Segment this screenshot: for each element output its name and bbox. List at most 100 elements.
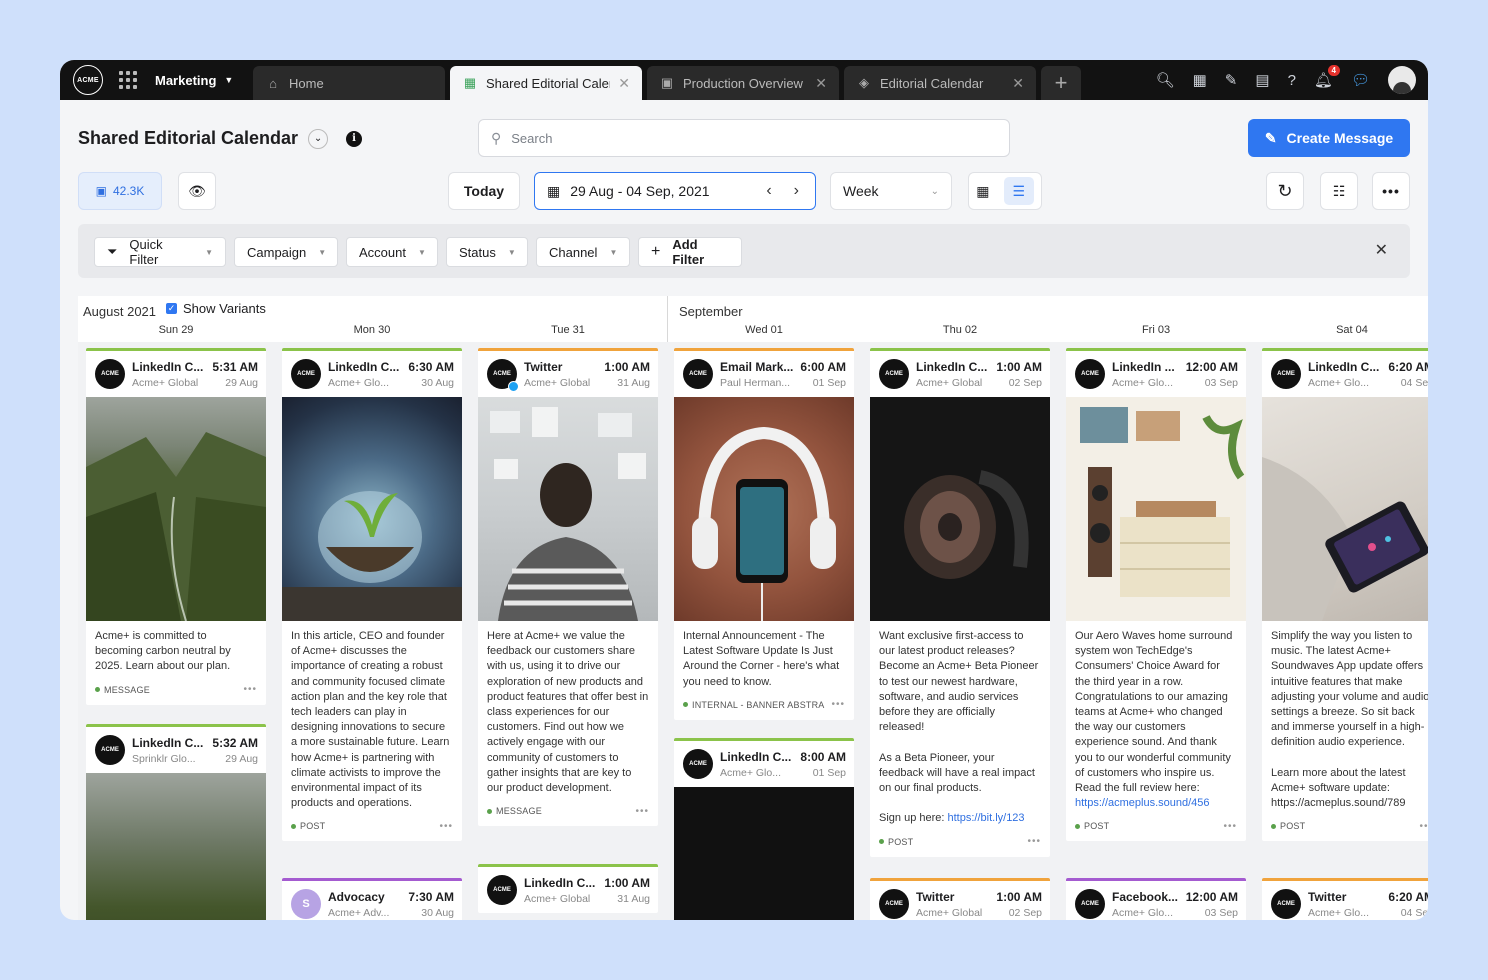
calendar-view-icon[interactable]: ▦ [976, 183, 989, 200]
tab-shared-editorial-calendar[interactable]: ▦ Shared Editorial Calendar ✕ [450, 66, 642, 100]
post-card[interactable]: ACME LinkedIn ... 12:00 AM Acme+ Glo... 03 S… [1066, 348, 1246, 842]
help-icon[interactable]: ? [1288, 72, 1296, 89]
chevron-down-icon[interactable]: ⌄ [308, 128, 329, 149]
account-filter-dropdown[interactable]: Account ▼ [346, 237, 438, 267]
post-date: 04 Sep [1400, 907, 1428, 919]
view-mode-value: Week [843, 183, 879, 199]
avatar[interactable] [1388, 66, 1416, 94]
tab-home[interactable]: ⌂ Home [253, 66, 445, 100]
view-mode-select[interactable]: Week ⌄ [830, 172, 952, 210]
post-card[interactable]: S Advocacy 7:30 AM Acme+ Adv... 30 Aug [282, 878, 462, 920]
post-card[interactable]: ACME Twitter 6:20 AM Acme+ Glo... 04 Sep [1262, 878, 1428, 920]
calendar-icon[interactable]: ▦ [1193, 71, 1207, 89]
app-launcher-icon[interactable] [119, 71, 137, 89]
post-card[interactable]: ACME Twitter 1:00 AM Acme+ Global 02 Sep [870, 878, 1050, 920]
channel-name: LinkedIn C... [524, 876, 596, 890]
page-title: Shared Editorial Calendar ⌄ i [78, 128, 363, 149]
post-card[interactable]: ACME LinkedIn C... 8:00 AM Acme+ Glo... 01 S… [674, 738, 854, 920]
post-type: INTERNAL - BANNER ABSTRA [692, 699, 825, 710]
post-card[interactable]: ACME Facebook... 12:00 AM Acme+ Glo... 03 Se… [1066, 878, 1246, 920]
channel-name: Facebook... [1112, 890, 1179, 904]
day-column: ACME LinkedIn C... 5:31 AM Acme+ Global 29 A… [78, 342, 274, 920]
date-range-picker[interactable]: ▦ 29 Aug - 04 Sep, 2021 ‹ › [534, 172, 816, 210]
workspace-switcher[interactable]: Marketing ▼ [155, 73, 253, 88]
more-icon: ••• [1382, 183, 1400, 199]
chat-icon[interactable]: 💬︎ [1351, 71, 1370, 89]
post-time: 5:31 AM [212, 360, 258, 374]
more-icon[interactable]: ••• [1027, 836, 1041, 847]
post-card[interactable]: ACME Email Mark... 6:00 AM Paul Herman... 01… [674, 348, 854, 720]
channel-name: Twitter [916, 890, 955, 904]
tab-label: Production Overview [683, 75, 803, 91]
sliders-icon[interactable]: ☰ [1003, 177, 1034, 205]
add-filter-button[interactable]: + Add Filter [638, 237, 742, 267]
post-time: 1:00 AM [604, 876, 650, 890]
create-message-button[interactable]: ✎ Create Message [1248, 119, 1410, 157]
day-column: ACME LinkedIn C... 6:20 AM Acme+ Glo... 04 S… [1254, 342, 1428, 920]
post-card[interactable]: ACME LinkedIn C... 6:20 AM Acme+ Glo... 04 S… [1262, 348, 1428, 842]
more-icon[interactable]: ••• [635, 806, 649, 817]
more-icon[interactable]: ••• [1223, 821, 1237, 832]
post-image-living-room [1066, 397, 1246, 621]
today-button[interactable]: Today [448, 172, 520, 210]
post-link[interactable]: https://bit.ly/123 [948, 812, 1025, 824]
preview-toggle-button[interactable]: 👁︎ [178, 172, 216, 210]
campaign-filter-dropdown[interactable]: Campaign ▼ [234, 237, 338, 267]
post-date: 02 Sep [1008, 377, 1042, 389]
tab-editorial-calendar[interactable]: ◈ Editorial Calendar ✕ [844, 66, 1036, 100]
post-card[interactable]: ACME LinkedIn C... 1:00 AM Acme+ Global 31 A… [478, 864, 658, 913]
twitter-icon [508, 381, 519, 392]
headphones-illustration [692, 426, 836, 621]
post-time: 1:00 AM [996, 360, 1042, 374]
chevron-right-icon[interactable]: › [794, 182, 799, 200]
more-icon[interactable]: ••• [243, 684, 257, 695]
tab-production-overview[interactable]: ▣ Production Overview ✕ [647, 66, 839, 100]
plus-icon: + [651, 243, 661, 260]
chevron-left-icon[interactable]: ‹ [766, 182, 771, 200]
month-divider [667, 296, 668, 342]
acme-logo[interactable]: ACME [73, 65, 103, 95]
search-input[interactable]: ⚲ Search [478, 119, 1010, 157]
more-icon[interactable]: ••• [439, 821, 453, 832]
account-name: Acme+ Glo... [1308, 377, 1369, 389]
post-type: MESSAGE [104, 684, 150, 695]
tab-label: Shared Editorial Calendar [486, 75, 610, 91]
account-name: Paul Herman... [720, 377, 791, 389]
message-count-button[interactable]: ▣ 42.3K [78, 172, 162, 210]
post-card[interactable]: ACME LinkedIn C... 1:00 AM Acme+ Global 02 S… [870, 348, 1050, 857]
filter-label: Campaign [247, 244, 307, 260]
post-card[interactable]: ACME LinkedIn C... 5:31 AM Acme+ Global 29 A… [86, 348, 266, 705]
info-icon[interactable]: i [346, 130, 363, 147]
post-card[interactable]: ACME Twitter 1:00 AM Acme+ Global 31 Aug Her… [478, 348, 658, 827]
close-icon[interactable]: ✕ [618, 75, 630, 92]
channel-filter-dropdown[interactable]: Channel ▼ [536, 237, 630, 267]
account-avatar: ACME [1075, 889, 1105, 919]
status-filter-dropdown[interactable]: Status ▼ [446, 237, 528, 267]
pencil-icon[interactable]: ✎ [1225, 71, 1238, 89]
new-tab-button[interactable]: + [1041, 66, 1081, 100]
more-options-button[interactable]: ••• [1372, 172, 1410, 210]
close-icon[interactable]: ✕ [1375, 240, 1388, 260]
more-icon[interactable]: ••• [1419, 821, 1428, 832]
caret-down-icon: ▼ [507, 247, 516, 257]
post-date: 30 Aug [421, 377, 454, 389]
close-icon[interactable]: ✕ [815, 75, 827, 92]
show-variants-checkbox[interactable]: ✓ Show Variants [166, 301, 266, 316]
account-avatar: ACME [1075, 359, 1105, 389]
bell-icon[interactable]: 🔔︎ 4 [1314, 65, 1340, 89]
post-header: ACME Twitter 1:00 AM Acme+ Global 31 Aug [478, 351, 658, 397]
account-avatar: ACME [487, 875, 517, 905]
refresh-button[interactable]: ↻ [1266, 172, 1304, 210]
search-icon[interactable]: 🔍︎ [1156, 71, 1175, 89]
post-card[interactable]: ACME LinkedIn C... 5:32 AM Sprinklr Glo... 2… [86, 724, 266, 920]
close-icon[interactable]: ✕ [1012, 75, 1024, 92]
caret-down-icon: ▼ [205, 247, 213, 257]
post-link[interactable]: https://acmeplus.sound/456 [1075, 797, 1210, 809]
column-settings-button[interactable]: ☷ [1320, 172, 1358, 210]
quick-filter-dropdown[interactable]: ⏷ Quick Filter ▼ [94, 237, 226, 267]
clipboard-icon[interactable]: ▤ [1255, 71, 1269, 89]
living-room-illustration [1080, 407, 1245, 597]
post-card[interactable]: ACME LinkedIn C... 6:30 AM Acme+ Glo... 30 A… [282, 348, 462, 842]
more-icon[interactable]: ••• [831, 699, 845, 710]
post-time: 8:00 AM [800, 750, 846, 764]
